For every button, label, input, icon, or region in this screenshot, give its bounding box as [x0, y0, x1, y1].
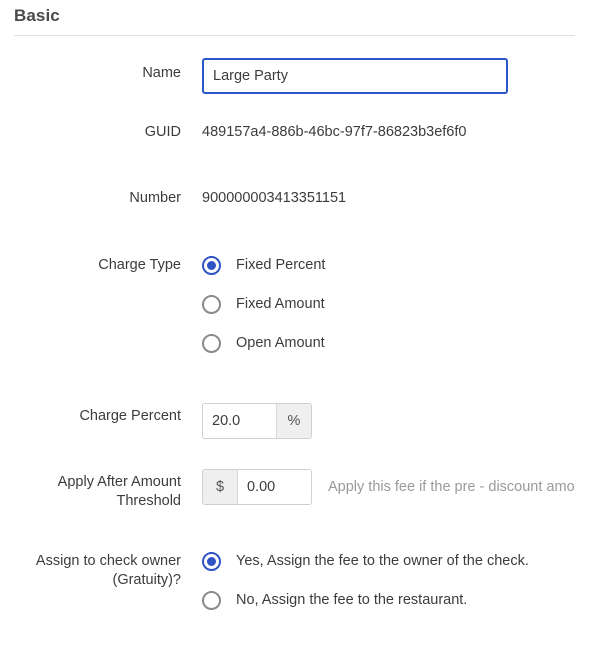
form-row-charge-percent: Charge Percent %	[0, 395, 589, 461]
label-gratuity-line2: (Gratuity)?	[112, 572, 182, 588]
form-row-charge-type: Charge Type Fixed Percent Fixed Amount O…	[0, 250, 589, 395]
form-row-gratuity: Assign to check owner (Gratuity)? Yes, A…	[0, 546, 589, 616]
threshold-help-text: Apply this fee if the pre - discount amo	[328, 479, 575, 495]
gratuity-radio-group: Yes, Assign the fee to the owner of the …	[202, 546, 589, 613]
charge-percent-input-group: %	[202, 403, 312, 439]
radio-label-fixed-amount: Fixed Amount	[236, 295, 325, 312]
radio-unselected-icon[interactable]	[202, 590, 221, 610]
label-name: Name	[142, 65, 181, 81]
radio-option-gratuity-no[interactable]: No, Assign the fee to the restaurant.	[202, 587, 589, 613]
label-threshold-line2: Threshold	[116, 493, 181, 509]
radio-label-gratuity-no: No, Assign the fee to the restaurant.	[236, 591, 468, 608]
field-charge-percent: %	[181, 395, 589, 439]
form-row-guid: GUID 489157a4-886b-46bc-97f7-86823b3ef6f…	[0, 118, 589, 184]
radio-option-fixed-percent[interactable]: Fixed Percent	[202, 252, 589, 278]
page-title: Basic	[14, 6, 60, 25]
label-number: Number	[129, 190, 181, 206]
field-threshold: $ Apply this fee if the pre - discount a…	[181, 461, 589, 505]
dollar-sign-icon: $	[203, 470, 238, 504]
charge-settings-form: Basic Name GUID 489157a4-886b-46bc-97f7-…	[0, 0, 589, 664]
radio-option-open-amount[interactable]: Open Amount	[202, 330, 589, 356]
threshold-input-group: $	[202, 469, 312, 505]
label-charge-type: Charge Type	[98, 257, 181, 273]
charge-type-radio-group: Fixed Percent Fixed Amount Open Amount	[202, 250, 589, 356]
label-threshold-line1: Apply After Amount	[57, 474, 181, 490]
radio-option-gratuity-yes[interactable]: Yes, Assign the fee to the owner of the …	[202, 548, 589, 574]
guid-value: 489157a4-886b-46bc-97f7-86823b3ef6f0	[202, 124, 467, 140]
field-number: 900000003413351151	[181, 184, 589, 208]
label-guid: GUID	[144, 124, 181, 140]
field-charge-type: Fixed Percent Fixed Amount Open Amount	[181, 250, 589, 356]
field-gratuity: Yes, Assign the fee to the owner of the …	[181, 546, 589, 613]
label-gratuity-line1: Assign to check owner	[35, 553, 181, 569]
field-guid: 489157a4-886b-46bc-97f7-86823b3ef6f0	[181, 118, 589, 142]
charge-percent-input[interactable]	[203, 404, 276, 438]
form-row-name: Name	[0, 50, 589, 118]
threshold-input[interactable]	[238, 470, 311, 504]
radio-unselected-icon[interactable]	[202, 294, 221, 314]
radio-label-fixed-percent: Fixed Percent	[236, 256, 326, 273]
section-header: Basic	[0, 0, 589, 35]
radio-selected-icon[interactable]	[202, 255, 221, 275]
radio-unselected-icon[interactable]	[202, 333, 221, 353]
radio-label-open-amount: Open Amount	[236, 334, 325, 351]
number-value: 900000003413351151	[202, 190, 347, 206]
label-charge-percent: Charge Percent	[79, 408, 181, 424]
form-row-threshold: Apply After Amount Threshold $ Apply thi…	[0, 461, 589, 546]
threshold-wrap: $ Apply this fee if the pre - discount a…	[202, 461, 589, 505]
field-name	[181, 50, 589, 94]
radio-option-fixed-amount[interactable]: Fixed Amount	[202, 291, 589, 317]
radio-selected-icon[interactable]	[202, 551, 221, 571]
label-gratuity: Assign to check owner (Gratuity)?	[0, 546, 181, 590]
percent-sign-icon: %	[276, 404, 311, 438]
name-input[interactable]	[202, 58, 508, 94]
form-body: Name GUID 489157a4-886b-46bc-97f7-86823b…	[0, 36, 589, 616]
radio-label-gratuity-yes: Yes, Assign the fee to the owner of the …	[236, 552, 529, 569]
label-threshold: Apply After Amount Threshold	[0, 461, 181, 511]
form-row-number: Number 900000003413351151	[0, 184, 589, 250]
